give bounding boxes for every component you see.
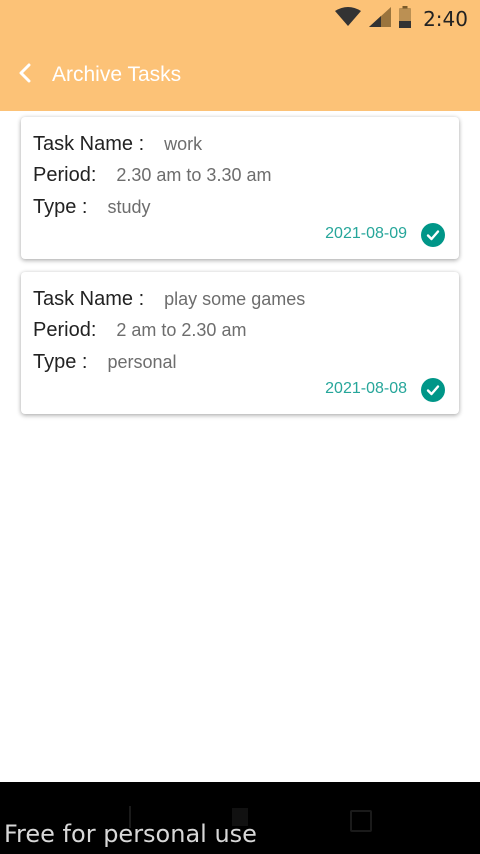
task-date: 2021-08-08 [325, 380, 407, 397]
task-name-label: Task Name : [33, 133, 145, 155]
app-header: 2:40 Archive Tasks [0, 0, 480, 111]
task-name-row: Task Name : play some games [33, 288, 305, 311]
wifi-icon [335, 6, 362, 32]
period-label: Period: [33, 164, 97, 186]
status-bar: 2:40 [0, 0, 480, 38]
type-value: personal [107, 352, 177, 372]
app-bar: Archive Tasks [0, 52, 480, 98]
battery-icon [399, 5, 412, 33]
type-label: Type : [33, 351, 88, 373]
task-name-value: play some games [164, 289, 306, 309]
recents-icon[interactable] [350, 810, 372, 832]
period-row: Period: 2 am to 2.30 am [33, 319, 246, 342]
task-name-value: work [164, 134, 203, 154]
status-time: 2:40 [423, 7, 468, 31]
period-label: Period: [33, 319, 97, 341]
type-label: Type : [33, 196, 88, 218]
task-card[interactable]: Task Name : work Period: 2.30 am to 3.30… [21, 117, 459, 259]
watermark-text: Free for personal use [4, 820, 257, 848]
type-row: Type : study [33, 196, 151, 219]
archived-task-list: Task Name : work Period: 2.30 am to 3.30… [21, 117, 459, 427]
task-name-label: Task Name : [33, 288, 145, 310]
task-card[interactable]: Task Name : play some games Period: 2 am… [21, 272, 459, 414]
page-title: Archive Tasks [52, 63, 182, 86]
period-value: 2.30 am to 3.30 am [116, 165, 272, 185]
status-icons: 2:40 [335, 5, 468, 33]
task-name-row: Task Name : work [33, 133, 202, 156]
period-value: 2 am to 2.30 am [116, 320, 247, 340]
type-row: Type : personal [33, 351, 177, 374]
check-circle-icon[interactable] [421, 223, 445, 247]
type-value: study [107, 197, 151, 217]
signal-icon [369, 6, 392, 32]
back-button[interactable] [18, 63, 38, 88]
check-circle-icon[interactable] [421, 378, 445, 402]
chevron-left-icon [18, 63, 32, 88]
task-date: 2021-08-09 [325, 225, 407, 242]
period-row: Period: 2.30 am to 3.30 am [33, 164, 271, 187]
